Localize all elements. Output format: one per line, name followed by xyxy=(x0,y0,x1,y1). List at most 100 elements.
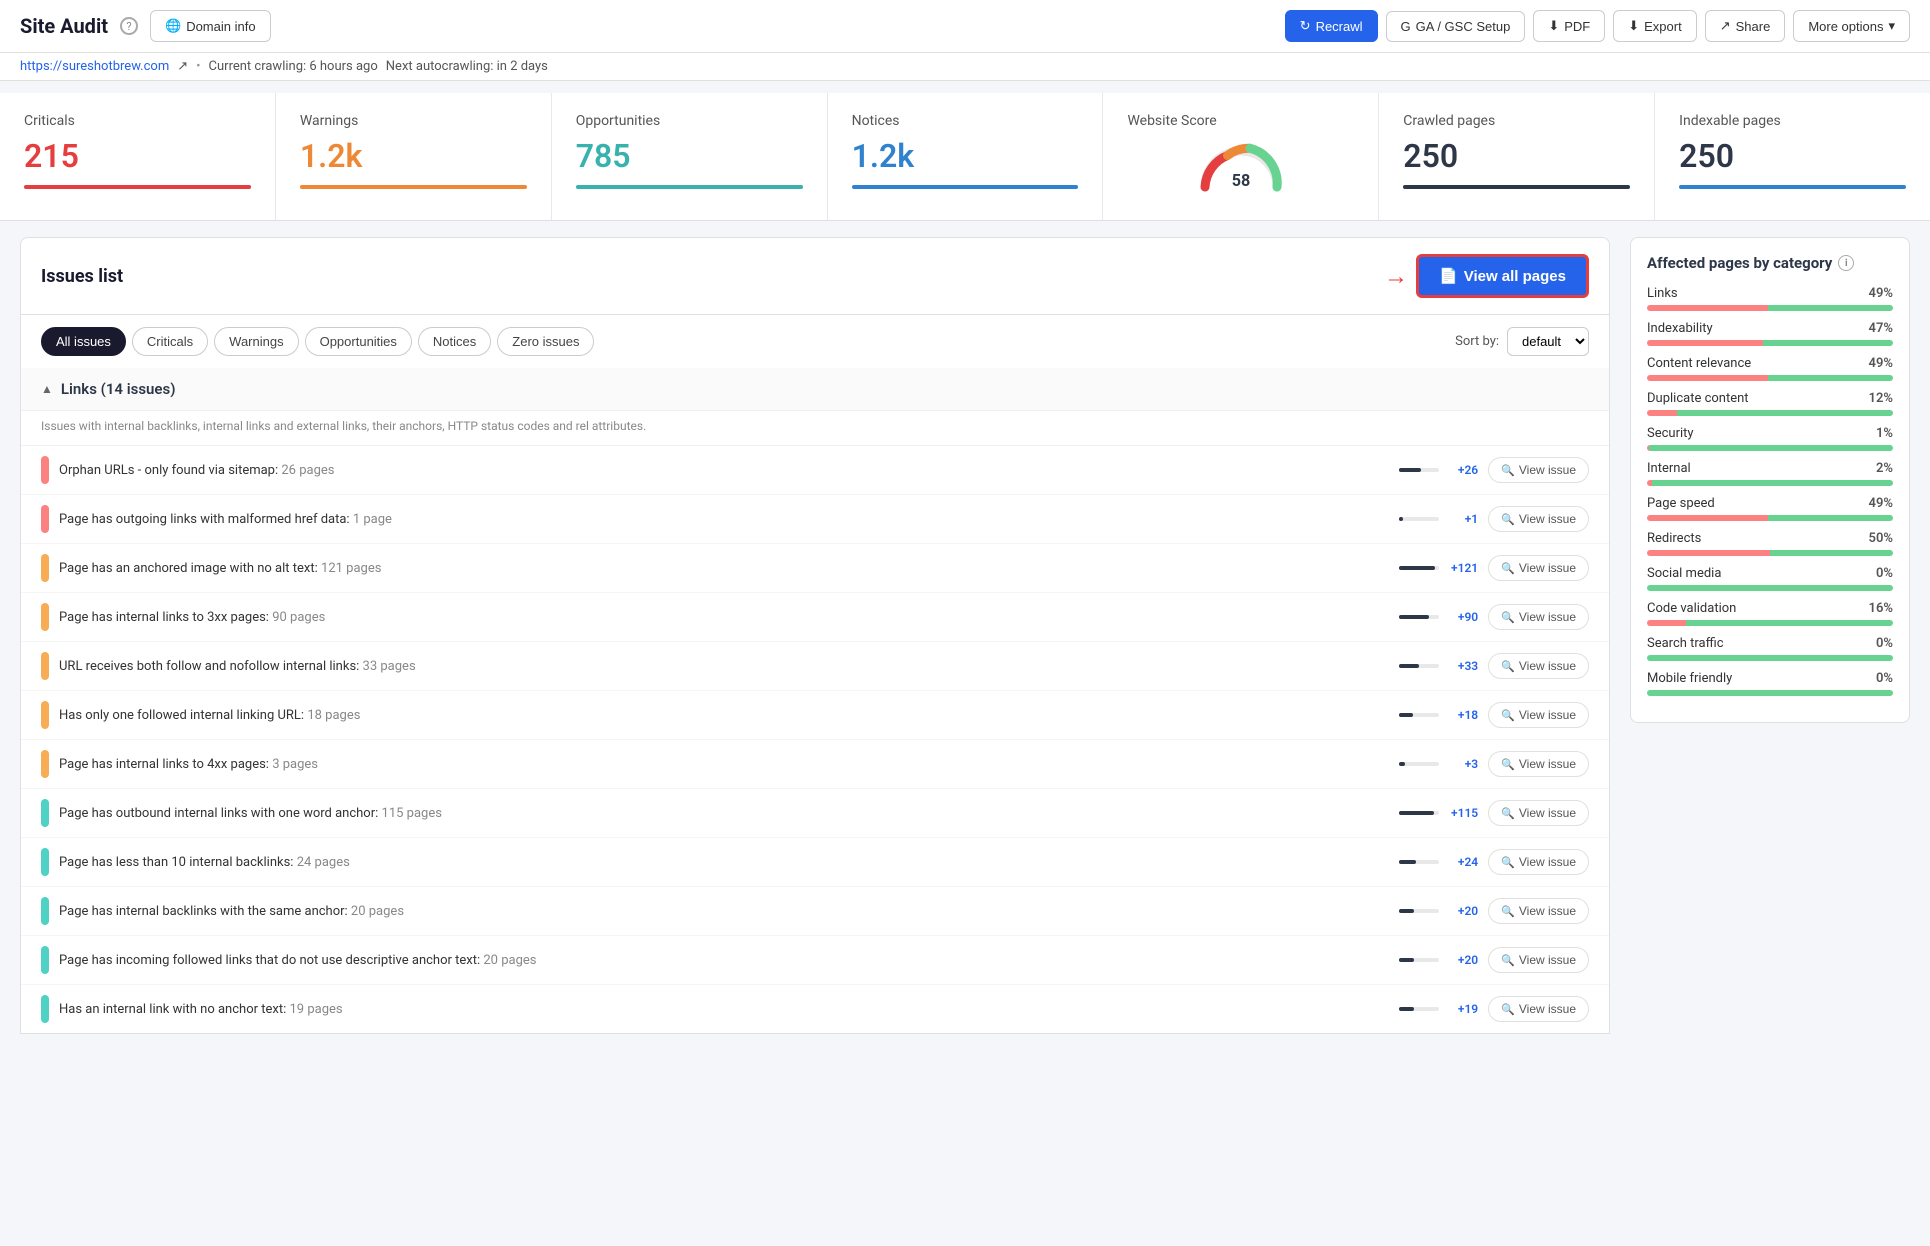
affected-row-page-speed[interactable]: Page speed 49% xyxy=(1647,496,1893,521)
issue-severity-indicator xyxy=(41,897,49,925)
filter-tabs: All issuesCriticalsWarningsOpportunities… xyxy=(41,327,594,356)
affected-percentage: 0% xyxy=(1876,566,1893,581)
issue-count: 20 pages xyxy=(351,904,404,919)
stat-card-opportunities[interactable]: Opportunities 785 xyxy=(552,93,828,220)
affected-bar xyxy=(1647,655,1893,661)
view-issue-button[interactable]: 🔍 View issue xyxy=(1488,457,1589,483)
affected-row-header: Page speed 49% xyxy=(1647,496,1893,511)
affected-row-content-relevance[interactable]: Content relevance 49% xyxy=(1647,356,1893,381)
stat-value: 1.2k xyxy=(300,137,527,175)
view-issue-button[interactable]: 🔍 View issue xyxy=(1488,800,1589,826)
info-icon[interactable]: i xyxy=(1838,255,1854,271)
affected-row-internal[interactable]: Internal 2% xyxy=(1647,461,1893,486)
bar-green-segment xyxy=(1677,410,1893,416)
issues-list-title: Issues list xyxy=(41,266,123,287)
affected-row-code-validation[interactable]: Code validation 16% xyxy=(1647,601,1893,626)
pdf-button[interactable]: ⬇ PDF xyxy=(1533,10,1605,42)
ga-gsc-button[interactable]: G GA / GSC Setup xyxy=(1386,11,1526,42)
bar-green-segment xyxy=(1686,620,1893,626)
affected-row-header: Links 49% xyxy=(1647,286,1893,301)
affected-row-mobile-friendly[interactable]: Mobile friendly 0% xyxy=(1647,671,1893,696)
issue-delta: +115 xyxy=(1398,806,1478,820)
search-icon: 🔍 xyxy=(1501,611,1515,624)
search-icon: 🔍 xyxy=(1501,807,1515,820)
issue-row: Has only one followed internal linking U… xyxy=(21,691,1609,740)
affected-row-duplicate-content[interactable]: Duplicate content 12% xyxy=(1647,391,1893,416)
view-issue-button[interactable]: 🔍 View issue xyxy=(1488,947,1589,973)
view-issue-button[interactable]: 🔍 View issue xyxy=(1488,653,1589,679)
top-bar: Site Audit ? 🌐 Domain info ↻ Recrawl G G… xyxy=(0,0,1930,53)
more-options-button[interactable]: More options ▾ xyxy=(1793,10,1910,42)
affected-row-header: Duplicate content 12% xyxy=(1647,391,1893,406)
affected-percentage: 49% xyxy=(1869,286,1893,301)
view-issue-button[interactable]: 🔍 View issue xyxy=(1488,849,1589,875)
stat-card-website-score[interactable]: Website Score 58 xyxy=(1103,93,1379,220)
filter-tab-zero-issues[interactable]: Zero issues xyxy=(497,327,594,356)
affected-row-header: Code validation 16% xyxy=(1647,601,1893,616)
view-issue-button[interactable]: 🔍 View issue xyxy=(1488,751,1589,777)
recrawl-button[interactable]: ↻ Recrawl xyxy=(1285,10,1378,42)
affected-percentage: 16% xyxy=(1869,601,1893,616)
delta-bar-bg xyxy=(1399,615,1439,619)
affected-row-header: Internal 2% xyxy=(1647,461,1893,476)
view-all-pages-button[interactable]: 📄 View all pages xyxy=(1416,254,1589,298)
affected-bar xyxy=(1647,690,1893,696)
share-button[interactable]: ↗ Share xyxy=(1705,10,1786,42)
affected-bar xyxy=(1647,550,1893,556)
affected-row-indexability[interactable]: Indexability 47% xyxy=(1647,321,1893,346)
search-icon: 🔍 xyxy=(1501,513,1515,526)
affected-row-social-media[interactable]: Social media 0% xyxy=(1647,566,1893,591)
sort-row: Sort by: default xyxy=(1455,327,1589,356)
issue-severity-indicator xyxy=(41,652,49,680)
view-issue-label: View issue xyxy=(1519,708,1576,722)
issue-name: Page has internal links to 3xx pages: xyxy=(59,610,269,625)
stat-card-warnings[interactable]: Warnings 1.2k xyxy=(276,93,552,220)
issue-count: 121 pages xyxy=(321,561,381,576)
export-button[interactable]: ⬇ Export xyxy=(1613,10,1696,42)
red-arrow-icon: → xyxy=(1384,262,1408,291)
affected-category-label: Social media xyxy=(1647,566,1721,581)
filter-tab-criticals[interactable]: Criticals xyxy=(132,327,208,356)
issue-severity-indicator xyxy=(41,750,49,778)
stat-card-notices[interactable]: Notices 1.2k xyxy=(828,93,1104,220)
view-issue-button[interactable]: 🔍 View issue xyxy=(1488,898,1589,924)
delta-value: +19 xyxy=(1443,1002,1478,1016)
view-issue-button[interactable]: 🔍 View issue xyxy=(1488,555,1589,581)
delta-value: +115 xyxy=(1443,806,1478,820)
affected-row-redirects[interactable]: Redirects 50% xyxy=(1647,531,1893,556)
issue-severity-indicator xyxy=(41,456,49,484)
issue-count: 33 pages xyxy=(363,659,416,674)
affected-row-security[interactable]: Security 1% xyxy=(1647,426,1893,451)
view-issue-button[interactable]: 🔍 View issue xyxy=(1488,604,1589,630)
affected-bar xyxy=(1647,340,1893,346)
stat-card-crawled-pages[interactable]: Crawled pages 250 xyxy=(1379,93,1655,220)
sort-select[interactable]: default xyxy=(1507,327,1589,356)
stat-card-indexable-pages[interactable]: Indexable pages 250 xyxy=(1655,93,1930,220)
issue-text: Has only one followed internal linking U… xyxy=(59,708,1388,723)
view-issue-button[interactable]: 🔍 View issue xyxy=(1488,996,1589,1022)
view-issue-button[interactable]: 🔍 View issue xyxy=(1488,506,1589,532)
affected-bar xyxy=(1647,585,1893,591)
domain-info-button[interactable]: 🌐 Domain info xyxy=(150,10,271,42)
affected-row-header: Content relevance 49% xyxy=(1647,356,1893,371)
search-icon: 🔍 xyxy=(1501,856,1515,869)
delta-bar-fill xyxy=(1399,517,1403,521)
site-url-link[interactable]: https://sureshotbrew.com xyxy=(20,59,169,74)
help-icon[interactable]: ? xyxy=(120,17,138,35)
search-icon: 🔍 xyxy=(1501,1003,1515,1016)
filter-tab-all-issues[interactable]: All issues xyxy=(41,327,126,356)
view-issue-button[interactable]: 🔍 View issue xyxy=(1488,702,1589,728)
affected-row-search-traffic[interactable]: Search traffic 0% xyxy=(1647,636,1893,661)
view-issue-label: View issue xyxy=(1519,610,1576,624)
filter-tab-opportunities[interactable]: Opportunities xyxy=(305,327,412,356)
stat-bar xyxy=(852,185,1079,189)
filter-tab-warnings[interactable]: Warnings xyxy=(214,327,298,356)
affected-row-links[interactable]: Links 49% xyxy=(1647,286,1893,311)
filter-tab-notices[interactable]: Notices xyxy=(418,327,491,356)
issue-text: URL receives both follow and nofollow in… xyxy=(59,659,1388,674)
document-icon: 📄 xyxy=(1439,267,1458,285)
issue-delta: +19 xyxy=(1398,1002,1478,1016)
view-issue-label: View issue xyxy=(1519,806,1576,820)
pdf-icon: ⬇ xyxy=(1548,18,1559,34)
stat-card-criticals[interactable]: Criticals 215 xyxy=(0,93,276,220)
